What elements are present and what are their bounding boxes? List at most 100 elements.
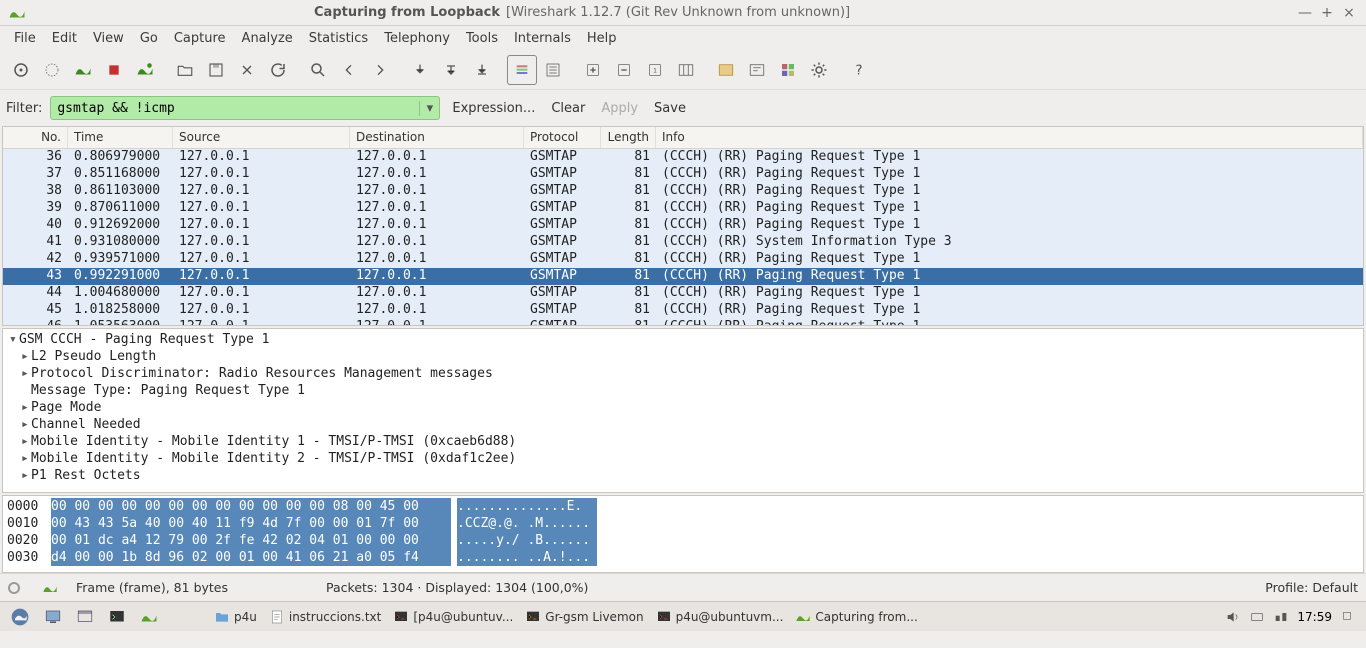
menu-internals[interactable]: Internals (506, 29, 579, 48)
packet-row[interactable]: 441.004680000127.0.0.1127.0.0.1GSMTAP81(… (3, 285, 1363, 302)
resize-columns-icon[interactable] (671, 55, 701, 85)
packet-row[interactable]: 451.018258000127.0.0.1127.0.0.1GSMTAP81(… (3, 302, 1363, 319)
menu-statistics[interactable]: Statistics (301, 29, 376, 48)
col-length[interactable]: Length (601, 127, 656, 148)
go-to-packet-icon[interactable] (405, 55, 435, 85)
file-manager-icon[interactable] (70, 605, 100, 629)
tree-item[interactable]: ▸Mobile Identity - Mobile Identity 1 - T… (3, 433, 1363, 450)
tree-item[interactable]: ▸Protocol Discriminator: Radio Resources… (3, 365, 1363, 382)
menu-help[interactable]: Help (579, 29, 625, 48)
clock[interactable]: 17:59 (1297, 610, 1332, 624)
taskbar-item[interactable]: Gr-gsm Livemon (519, 605, 649, 629)
zoom-100-icon[interactable]: 1 (640, 55, 670, 85)
menu-capture[interactable]: Capture (166, 29, 234, 48)
terminal-launcher-icon[interactable] (102, 605, 132, 629)
packet-row[interactable]: 410.931080000127.0.0.1127.0.0.1GSMTAP81(… (3, 234, 1363, 251)
packet-details-pane[interactable]: ▾GSM CCCH - Paging Request Type 1 ▸L2 Ps… (2, 328, 1364, 493)
packet-list-header[interactable]: No. Time Source Destination Protocol Len… (3, 127, 1363, 149)
packet-row[interactable]: 390.870611000127.0.0.1127.0.0.1GSMTAP81(… (3, 200, 1363, 217)
filter-clear[interactable]: Clear (547, 99, 589, 118)
hex-row[interactable]: 0010 00 43 43 5a 40 00 40 11 f9 4d 7f 00… (7, 515, 1359, 532)
col-protocol[interactable]: Protocol (524, 127, 601, 148)
hex-row[interactable]: 0000 00 00 00 00 00 00 00 00 00 00 00 00… (7, 498, 1359, 515)
go-forward-icon[interactable] (365, 55, 395, 85)
colorize-icon[interactable] (507, 55, 537, 85)
zoom-out-icon[interactable] (609, 55, 639, 85)
packet-row[interactable]: 400.912692000127.0.0.1127.0.0.1GSMTAP81(… (3, 217, 1363, 234)
tree-item[interactable]: ▸Page Mode (3, 399, 1363, 416)
go-first-icon[interactable] (436, 55, 466, 85)
status-profile[interactable]: Profile: Default (1265, 580, 1358, 595)
reload-icon[interactable] (263, 55, 293, 85)
menu-go[interactable]: Go (132, 29, 166, 48)
col-info[interactable]: Info (656, 127, 1363, 148)
auto-scroll-icon[interactable] (538, 55, 568, 85)
volume-icon[interactable] (1225, 609, 1241, 625)
go-back-icon[interactable] (334, 55, 364, 85)
go-last-icon[interactable] (467, 55, 497, 85)
stop-capture-icon[interactable] (99, 55, 129, 85)
open-icon[interactable] (170, 55, 200, 85)
storage-icon[interactable] (1249, 609, 1265, 625)
tree-item[interactable]: ▸P1 Rest Octets (3, 467, 1363, 484)
tree-item[interactable]: ▸Mobile Identity - Mobile Identity 2 - T… (3, 450, 1363, 467)
filter-apply[interactable]: Apply (597, 99, 642, 118)
coloring-rules-icon[interactable] (773, 55, 803, 85)
filter-input[interactable] (51, 99, 419, 118)
menu-file[interactable]: File (6, 29, 44, 48)
expert-info-icon[interactable] (8, 582, 20, 594)
packet-row[interactable]: 430.992291000127.0.0.1127.0.0.1GSMTAP81(… (3, 268, 1363, 285)
hex-row[interactable]: 0020 00 01 dc a4 12 79 00 2f fe 42 02 04… (7, 532, 1359, 549)
minimize-button[interactable]: — (1296, 4, 1314, 22)
find-icon[interactable] (303, 55, 333, 85)
taskbar-item[interactable]: p4u@ubuntuvm... (650, 605, 790, 629)
tree-item[interactable]: ▸Channel Needed (3, 416, 1363, 433)
start-capture-icon[interactable] (68, 55, 98, 85)
maximize-button[interactable]: + (1318, 4, 1336, 22)
menu-view[interactable]: View (85, 29, 132, 48)
taskbar-item[interactable]: instruccions.txt (263, 605, 388, 629)
wireshark-launcher-icon[interactable] (134, 605, 164, 629)
capture-filters-icon[interactable] (711, 55, 741, 85)
taskbar-item[interactable]: Capturing from... (789, 605, 923, 629)
start-menu-icon[interactable] (4, 605, 36, 629)
options-icon[interactable] (37, 55, 67, 85)
filter-dropdown-icon[interactable]: ▾ (419, 101, 439, 116)
session-icon[interactable] (1340, 610, 1354, 624)
tree-item[interactable]: ▸L2 Pseudo Length (3, 348, 1363, 365)
menu-tools[interactable]: Tools (458, 29, 506, 48)
menu-analyze[interactable]: Analyze (234, 29, 301, 48)
save-icon[interactable] (201, 55, 231, 85)
zoom-in-icon[interactable] (578, 55, 608, 85)
menu-edit[interactable]: Edit (44, 29, 85, 48)
network-icon[interactable] (1273, 609, 1289, 625)
taskbar-item[interactable]: [p4u@ubuntuv... (387, 605, 519, 629)
packet-list-body[interactable]: 360.806979000127.0.0.1127.0.0.1GSMTAP81(… (3, 149, 1363, 325)
col-time[interactable]: Time (68, 127, 173, 148)
packet-row[interactable]: 461.053563000127.0.0.1127.0.0.1GSMTAP81(… (3, 319, 1363, 325)
taskbar-item[interactable]: p4u (208, 605, 263, 629)
col-source[interactable]: Source (173, 127, 350, 148)
packet-row[interactable]: 420.939571000127.0.0.1127.0.0.1GSMTAP81(… (3, 251, 1363, 268)
close-button[interactable]: × (1340, 4, 1358, 22)
display-filters-icon[interactable] (742, 55, 772, 85)
packet-bytes-pane[interactable]: 0000 00 00 00 00 00 00 00 00 00 00 00 00… (2, 495, 1364, 573)
col-no[interactable]: No. (3, 127, 68, 148)
preferences-icon[interactable] (804, 55, 834, 85)
packet-list-pane: No. Time Source Destination Protocol Len… (2, 126, 1364, 326)
hex-row[interactable]: 0030 d4 00 00 1b 8d 96 02 00 01 00 41 06… (7, 549, 1359, 566)
packet-row[interactable]: 380.861103000127.0.0.1127.0.0.1GSMTAP81(… (3, 183, 1363, 200)
tree-item[interactable]: Message Type: Paging Request Type 1 (3, 382, 1363, 399)
show-desktop-icon[interactable] (38, 605, 68, 629)
col-destination[interactable]: Destination (350, 127, 524, 148)
interfaces-icon[interactable] (6, 55, 36, 85)
filter-save[interactable]: Save (650, 99, 690, 118)
close-file-icon[interactable] (232, 55, 262, 85)
filter-box: ▾ (50, 96, 440, 120)
packet-row[interactable]: 360.806979000127.0.0.1127.0.0.1GSMTAP81(… (3, 149, 1363, 166)
help-icon[interactable]: ? (844, 55, 874, 85)
packet-row[interactable]: 370.851168000127.0.0.1127.0.0.1GSMTAP81(… (3, 166, 1363, 183)
filter-expression[interactable]: Expression... (448, 99, 539, 118)
restart-capture-icon[interactable] (130, 55, 160, 85)
menu-telephony[interactable]: Telephony (376, 29, 458, 48)
